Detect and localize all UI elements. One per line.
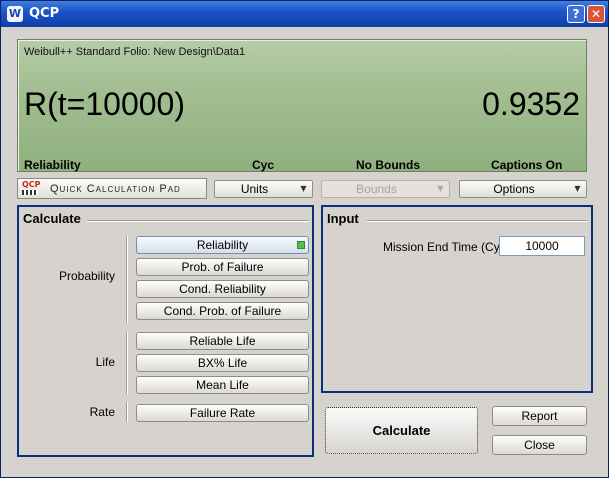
mission-end-time-field[interactable]: 10000 bbox=[499, 236, 585, 256]
cond-prob-of-failure-button[interactable]: Cond. Prob. of Failure bbox=[136, 302, 309, 320]
status-captions: Captions On bbox=[491, 158, 563, 172]
logo-text: Quick Calculation Pad bbox=[50, 183, 181, 195]
status-units: Cyc bbox=[252, 158, 275, 172]
logo-keys-icon bbox=[22, 190, 38, 195]
title-bar[interactable]: W QCP ? ✕ bbox=[1, 1, 608, 27]
input-divider bbox=[367, 220, 587, 222]
folio-path: Weibull++ Standard Folio: New Design\Dat… bbox=[24, 46, 246, 58]
life-separator bbox=[126, 331, 128, 394]
calculate-button[interactable]: Calculate bbox=[325, 407, 478, 454]
probability-separator bbox=[126, 235, 128, 323]
result-display: Weibull++ Standard Folio: New Design\Dat… bbox=[17, 39, 587, 172]
result-value: 0.9352 bbox=[482, 86, 580, 122]
options-dropdown[interactable]: Options ▼ bbox=[459, 180, 587, 198]
prob-of-failure-button[interactable]: Prob. of Failure bbox=[136, 258, 309, 276]
close-button[interactable]: Close bbox=[492, 435, 587, 455]
rate-label: Rate bbox=[89, 405, 115, 419]
chevron-down-icon: ▼ bbox=[437, 184, 444, 193]
report-button[interactable]: Report bbox=[492, 406, 587, 426]
calculate-title: Calculate bbox=[23, 211, 85, 226]
life-label: Life bbox=[95, 355, 115, 369]
mission-end-time-label: Mission End Time (Cyc) bbox=[383, 240, 510, 254]
reliability-button[interactable]: Reliability bbox=[136, 236, 309, 254]
mean-life-button[interactable]: Mean Life bbox=[136, 376, 309, 394]
bx-life-button[interactable]: BX% Life bbox=[136, 354, 309, 372]
qcp-logo-icon: QCP bbox=[22, 181, 42, 196]
weibull-app-icon: W bbox=[7, 6, 23, 22]
input-title: Input bbox=[327, 211, 363, 226]
chevron-down-icon: ▼ bbox=[574, 184, 581, 193]
units-dropdown[interactable]: Units ▼ bbox=[214, 180, 313, 198]
qcp-window: W QCP ? ✕ Weibull++ Standard Folio: New … bbox=[0, 0, 609, 478]
window-title: QCP bbox=[29, 6, 60, 21]
reliability-button-label: Reliability bbox=[196, 238, 249, 252]
result-label: R(t=10000) bbox=[24, 86, 185, 122]
options-dropdown-label: Options bbox=[493, 182, 535, 196]
quick-calculation-pad-logo: QCP Quick Calculation Pad bbox=[17, 178, 207, 199]
window-close-button[interactable]: ✕ bbox=[587, 5, 605, 23]
calculate-divider bbox=[87, 220, 309, 222]
reliable-life-button[interactable]: Reliable Life bbox=[136, 332, 309, 350]
rate-separator bbox=[126, 402, 128, 422]
probability-label: Probability bbox=[58, 269, 115, 283]
failure-rate-button[interactable]: Failure Rate bbox=[136, 404, 309, 422]
selected-indicator-icon bbox=[297, 241, 305, 249]
logo-mark-text: QCP bbox=[22, 180, 41, 189]
input-panel bbox=[321, 205, 593, 393]
units-dropdown-label: Units bbox=[240, 182, 269, 196]
bounds-dropdown-label: Bounds bbox=[356, 182, 397, 196]
status-metric: Reliability bbox=[24, 158, 81, 172]
status-bounds: No Bounds bbox=[356, 158, 420, 172]
bounds-dropdown: Bounds ▼ bbox=[321, 180, 450, 198]
help-button[interactable]: ? bbox=[567, 5, 585, 23]
chevron-down-icon: ▼ bbox=[300, 184, 307, 193]
cond-reliability-button[interactable]: Cond. Reliability bbox=[136, 280, 309, 298]
